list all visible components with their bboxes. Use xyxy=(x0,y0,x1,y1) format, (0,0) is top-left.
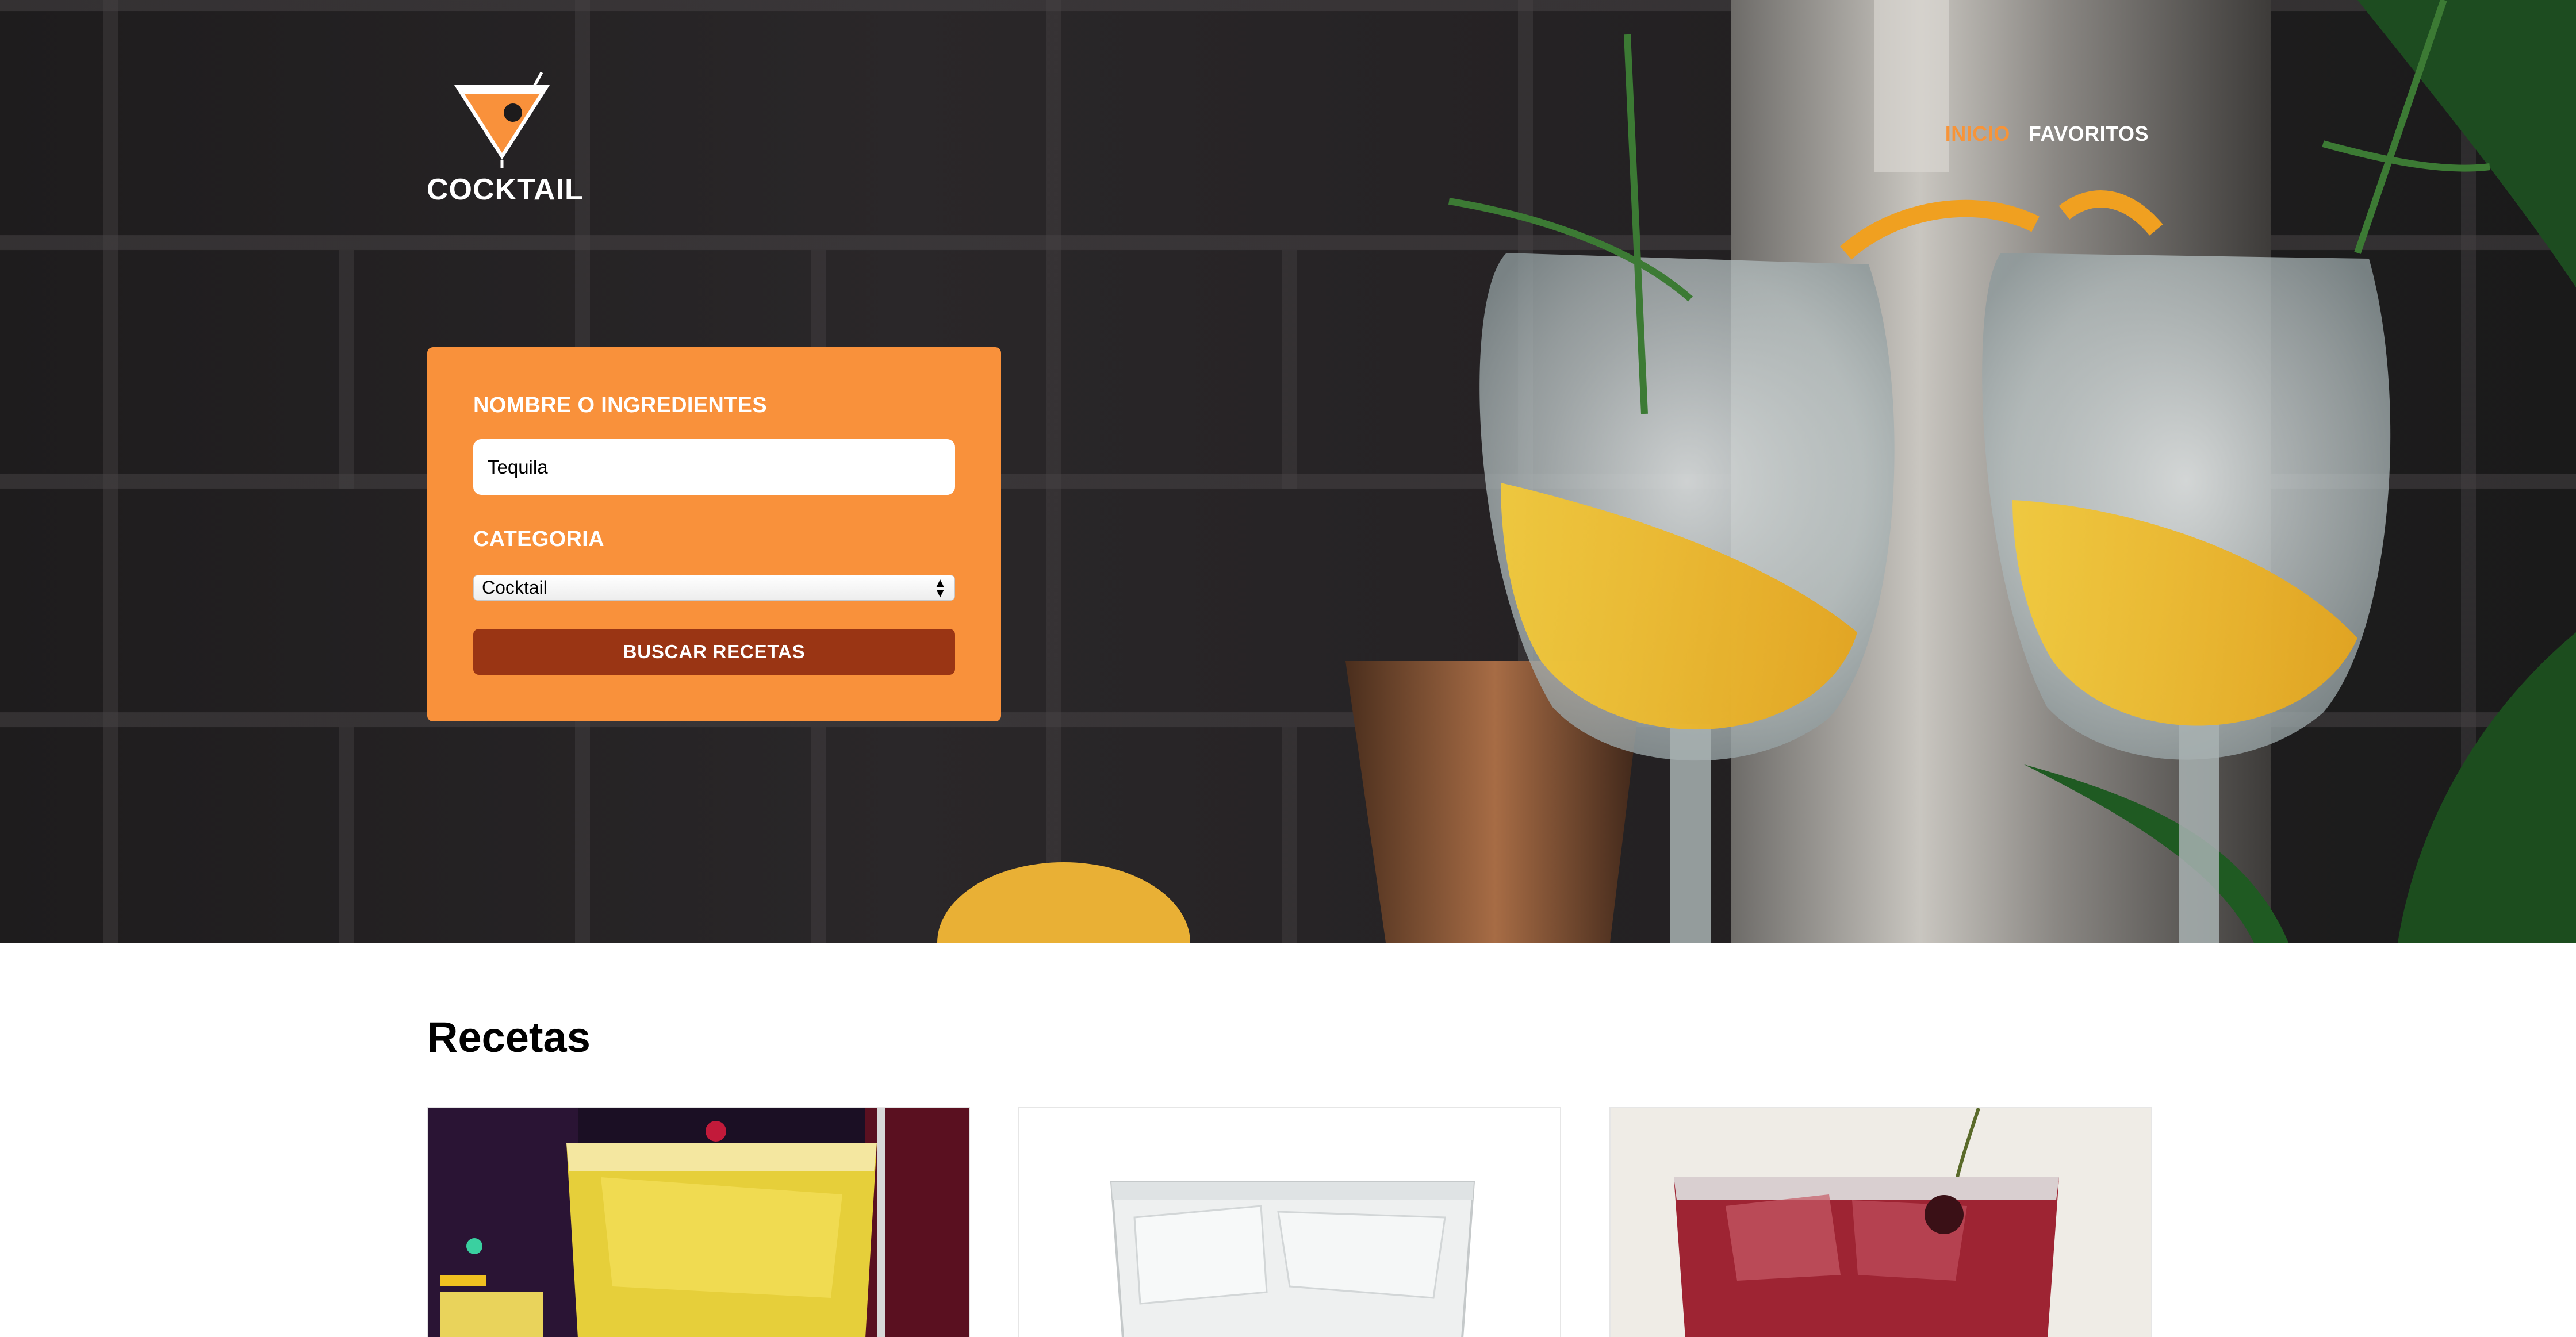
recipe-card[interactable] xyxy=(427,1107,970,1337)
select-arrows-icon: ▲ ▼ xyxy=(934,575,946,600)
brand-name: COCKTAIL xyxy=(427,173,584,206)
name-input[interactable]: Tequila xyxy=(473,439,955,495)
recipe-card[interactable] xyxy=(1018,1107,1561,1337)
recipe-cards xyxy=(427,1107,2152,1337)
recipes-heading: Recetas xyxy=(427,1013,591,1061)
category-field-label: CATEGORIA xyxy=(473,527,604,551)
martini-glass-icon xyxy=(454,71,550,168)
brand-logo[interactable]: COCKTAIL xyxy=(427,68,584,206)
category-select[interactable]: Cocktail ▲ ▼ xyxy=(473,575,955,601)
yellow-cocktail-photo xyxy=(428,1108,969,1337)
nav-link-inicio[interactable]: INICIO xyxy=(1945,122,2010,146)
main-nav: INICIO FAVORITOS xyxy=(1945,122,2149,146)
search-recipes-button[interactable]: BUSCAR RECETAS xyxy=(473,629,955,675)
hero-banner: COCKTAIL INICIO FAVORITOS NOMBRE O INGRE… xyxy=(0,0,2576,943)
hero-cocktail-photo xyxy=(937,0,2576,943)
name-field-label: NOMBRE O INGREDIENTES xyxy=(473,393,767,417)
clear-cocktail-photo xyxy=(1019,1108,1560,1337)
recipe-card[interactable] xyxy=(1609,1107,2152,1337)
search-form: NOMBRE O INGREDIENTES Tequila CATEGORIA … xyxy=(427,347,1001,721)
red-cocktail-photo xyxy=(1611,1108,2151,1337)
category-selected-value: Cocktail xyxy=(482,577,547,598)
nav-link-favoritos[interactable]: FAVORITOS xyxy=(2029,122,2149,146)
